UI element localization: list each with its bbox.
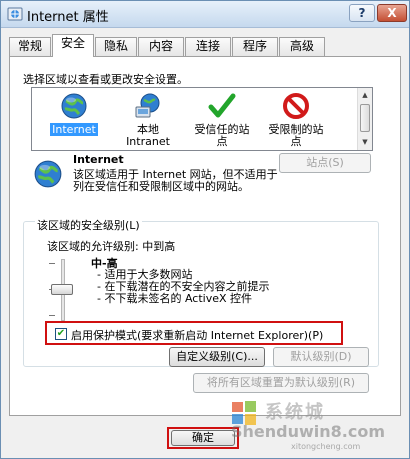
tab-security[interactable]: 安全 [52, 34, 94, 57]
security-level-description: 适用于大多数网站 在下载潜在的不安全内容之前提示 不下载未签名的 ActiveX… [97, 269, 269, 305]
ok-button[interactable]: 确定 [171, 430, 235, 446]
tab-content[interactable]: 内容 [138, 37, 184, 56]
watermark: 系统城 Shenduwin8.com xitongcheng.com [231, 398, 405, 454]
globe-icon [34, 160, 62, 188]
help-button[interactable]: ? [349, 4, 375, 22]
tab-privacy[interactable]: 隐私 [95, 37, 137, 56]
tab-advanced[interactable]: 高级 [279, 37, 325, 56]
level-point: 不下载未签名的 ActiveX 控件 [97, 293, 269, 305]
zone-local-intranet[interactable]: 本地 Intranet [110, 90, 186, 148]
zone-restricted-sites[interactable]: 受限制的站 点 [258, 90, 334, 148]
protected-mode-checkbox[interactable]: ✔ [55, 328, 67, 340]
globe-icon [61, 93, 87, 119]
sites-button[interactable]: 站点(S) [279, 153, 371, 173]
local-intranet-icon [135, 93, 160, 118]
scrollbar-thumb[interactable] [360, 104, 370, 132]
protected-mode-label[interactable]: 启用保护模式(要求重新启动 Internet Explorer)(P) [71, 327, 323, 343]
green-checkmark-icon [208, 93, 236, 118]
scroll-up-arrow-icon[interactable]: ▲ [358, 88, 372, 102]
title-bar[interactable]: Internet 属性 ? X [1, 1, 409, 28]
zone-list-scrollbar[interactable]: ▲ ▼ [357, 88, 372, 150]
window-title: Internet 属性 [27, 10, 109, 25]
zone-prompt: 选择区域以查看或更改安全设置。 [23, 73, 188, 86]
default-level-button[interactable]: 默认级别(D) [273, 347, 369, 367]
watermark-en: Shenduwin8.com [231, 422, 386, 441]
watermark-sub: xitongcheng.com [291, 442, 361, 451]
zone-trusted-label-2: 点 [216, 135, 228, 148]
internet-properties-dialog: Internet 属性 ? X 常规 安全 隐私 内容 连接 程序 高级 选择区… [0, 0, 410, 459]
slider-tick [49, 315, 55, 316]
zone-intranet-label: Intranet [126, 135, 170, 148]
allowed-levels-text: 该区域的允许级别: 中到高 [47, 240, 176, 253]
reset-all-zones-button[interactable]: 将所有区域重置为默认级别(R) [193, 373, 369, 393]
zone-internet-label: Internet [50, 123, 98, 136]
security-level-slider-thumb[interactable] [51, 284, 73, 295]
close-button[interactable]: X [377, 4, 407, 22]
slider-tick [49, 263, 55, 264]
zone-description: 该区域适用于 Internet 网站，但不适用于列在受信任和受限制区域中的网站。 [73, 168, 278, 193]
zone-internet[interactable]: Internet [36, 90, 112, 148]
security-level-group-label: 该区域的安全级别(L) [35, 217, 142, 233]
zone-list[interactable]: Internet 本地 Intranet 受信任的站 点 受限制的站 点 ▲ ▼ [31, 87, 373, 151]
tab-general[interactable]: 常规 [9, 37, 51, 56]
zone-trusted-sites[interactable]: 受信任的站 点 [184, 90, 260, 148]
tab-programs[interactable]: 程序 [232, 37, 278, 56]
zone-title: Internet [73, 153, 124, 166]
zone-restricted-label-2: 点 [290, 135, 302, 148]
scroll-down-arrow-icon[interactable]: ▼ [358, 135, 372, 149]
internet-options-icon [7, 7, 23, 21]
custom-level-button[interactable]: 自定义级别(C)... [169, 347, 265, 367]
red-no-entry-icon [283, 93, 309, 119]
watermark-cn: 系统城 [265, 402, 325, 423]
tab-connections[interactable]: 连接 [185, 37, 231, 56]
